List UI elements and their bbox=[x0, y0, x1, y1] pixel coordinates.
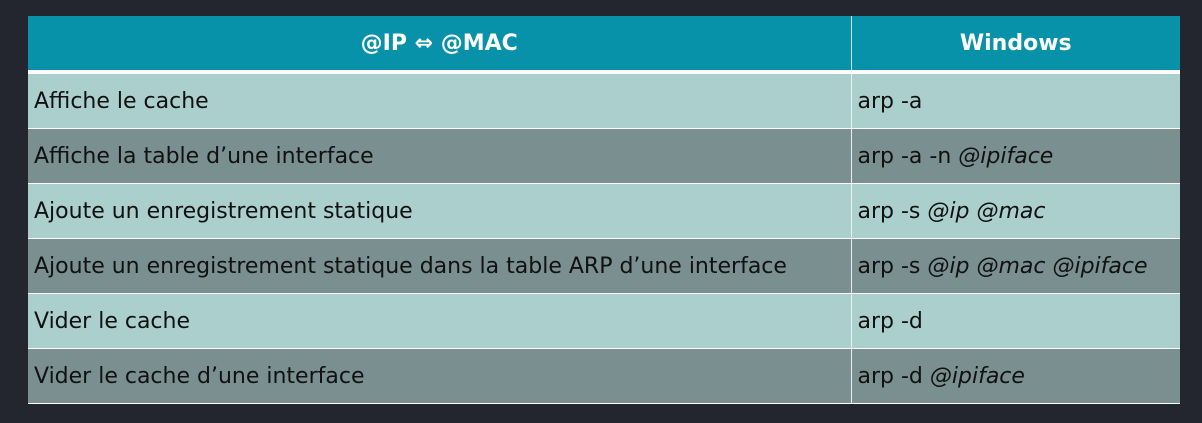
command-args: @ip @mac @ipiface bbox=[927, 253, 1148, 279]
arp-commands-table-container: @IP ⇔ @MAC Windows Affiche le cache arp … bbox=[28, 16, 1180, 404]
command-text: arp -a bbox=[857, 88, 923, 114]
row-action: Ajoute un enregistrement statique bbox=[28, 183, 852, 239]
row-command: arp -d bbox=[851, 293, 1180, 349]
table-row: Affiche la table d’une interface arp -a … bbox=[28, 128, 1180, 184]
row-action: Vider le cache bbox=[28, 293, 852, 349]
row-action: Affiche le cache bbox=[28, 72, 852, 129]
command-text: arp -d bbox=[857, 308, 923, 334]
command-args: @ip @mac bbox=[927, 198, 1046, 224]
row-command: arp -a bbox=[851, 72, 1180, 129]
command-args: @ipiface bbox=[958, 143, 1054, 169]
row-action: Vider le cache d’une interface bbox=[28, 348, 852, 404]
table-row: Vider le cache arp -d bbox=[28, 293, 1180, 349]
header-row: @IP ⇔ @MAC Windows bbox=[28, 16, 1180, 74]
command-args: @ipiface bbox=[929, 363, 1025, 389]
command-text: arp -d bbox=[857, 363, 930, 389]
row-action: Ajoute un enregistrement statique dans l… bbox=[28, 238, 852, 294]
table-row: Vider le cache d’une interface arp -d @i… bbox=[28, 348, 1180, 404]
row-command: arp -s @ip @mac @ipiface bbox=[851, 238, 1180, 294]
row-action: Affiche la table d’une interface bbox=[28, 128, 852, 184]
row-command: arp -s @ip @mac bbox=[851, 183, 1180, 239]
command-text: arp -a -n bbox=[857, 143, 959, 169]
table-row: Affiche le cache arp -a bbox=[28, 72, 1180, 129]
row-command: arp -a -n @ipiface bbox=[851, 128, 1180, 184]
table-row: Ajoute un enregistrement statique dans l… bbox=[28, 238, 1180, 294]
command-text: arp -s bbox=[857, 253, 928, 279]
arp-commands-table: @IP ⇔ @MAC Windows Affiche le cache arp … bbox=[28, 16, 1180, 404]
table-row: Ajoute un enregistrement statique arp -s… bbox=[28, 183, 1180, 239]
command-text: arp -s bbox=[857, 198, 928, 224]
row-command: arp -d @ipiface bbox=[851, 348, 1180, 404]
header-windows: Windows bbox=[851, 16, 1180, 74]
header-ip-mac: @IP ⇔ @MAC bbox=[28, 16, 852, 74]
